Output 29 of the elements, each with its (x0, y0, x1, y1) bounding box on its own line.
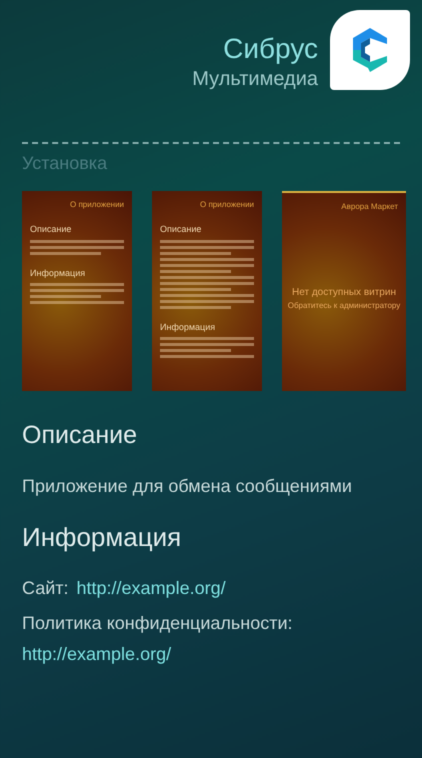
privacy-policy-link[interactable]: http://example.org/ (22, 640, 172, 668)
description-text: Приложение для обмена сообщениями (22, 474, 353, 498)
app-screenshot[interactable]: О приложении Описание Информация (22, 191, 132, 391)
privacy-policy-label: Политика конфиденциальности: (22, 612, 294, 635)
screenshot-message: Нет доступных витрин (292, 286, 396, 300)
blurred-text-line (160, 349, 230, 352)
screenshot-heading: Описание (30, 223, 72, 236)
info-heading: Информация (22, 520, 182, 554)
blurred-text-line (160, 306, 230, 308)
app-category: Мультимедиа (192, 67, 318, 92)
app-screenshot[interactable]: Аврора Маркет Нет доступных витрин Обратитесь к администратору (282, 191, 406, 391)
screenshot-heading: Информация (30, 266, 86, 280)
blurred-text-line (160, 252, 230, 254)
description-heading: Описание (22, 420, 138, 451)
screenshot-header: О приложении (70, 199, 124, 211)
screenshot-header: Аврора Маркет (341, 201, 398, 213)
blurred-text-line (160, 288, 230, 290)
blurred-text-line (30, 295, 100, 298)
app-logo-icon (353, 28, 387, 72)
screenshot-hint: Обратитесь к администратору (288, 300, 400, 312)
screenshot-heading: Описание (160, 223, 202, 236)
blurred-text-line (30, 252, 100, 254)
blurred-text-line (160, 270, 230, 272)
screenshot-header: О приложении (200, 199, 254, 211)
screenshot-heading: Информация (160, 320, 216, 334)
site-link[interactable]: http://example.org/ (76, 574, 226, 602)
site-label: Сайт: (22, 576, 69, 600)
app-screenshot[interactable]: О приложении Описание Информация (152, 191, 262, 391)
app-title: Сибрус (223, 32, 318, 66)
